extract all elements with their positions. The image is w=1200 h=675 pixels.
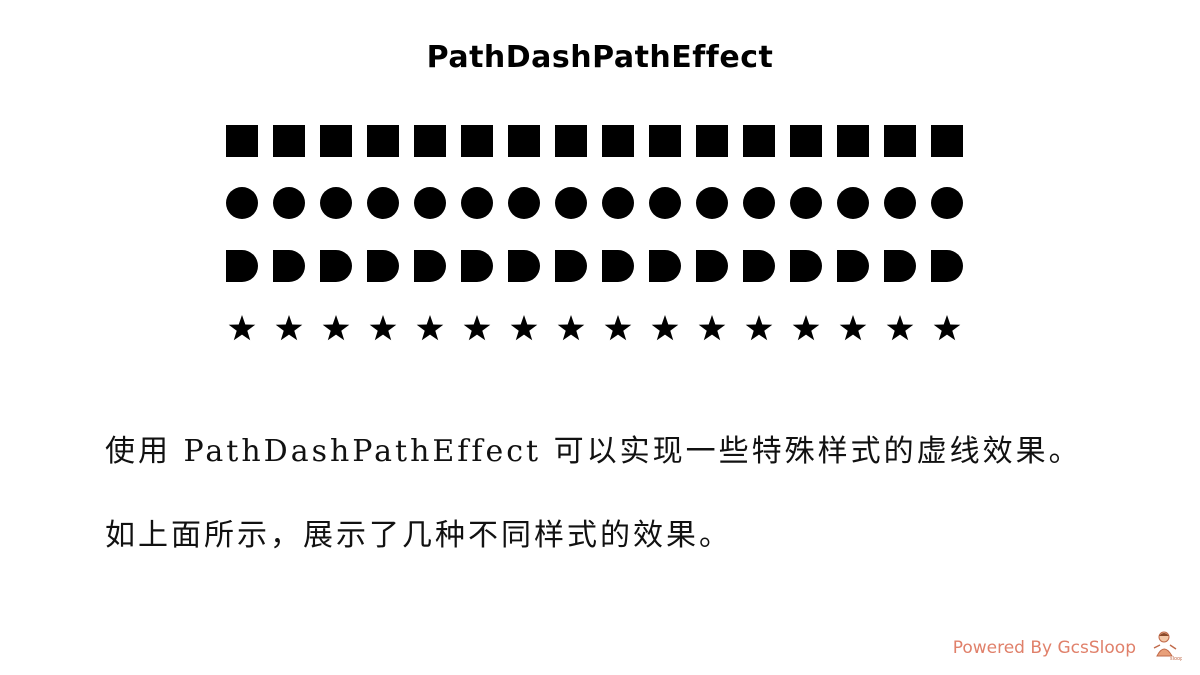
shape-row-d-shape (226, 250, 963, 282)
circle-mark (790, 187, 822, 219)
shape-rows (226, 125, 963, 341)
square-mark (320, 125, 352, 157)
square-mark (226, 125, 258, 157)
square-mark (837, 125, 869, 157)
star-mark (369, 315, 397, 341)
star-mark (463, 315, 491, 341)
d-shape-mark (226, 250, 258, 282)
circle-mark (226, 187, 258, 219)
circle-mark (320, 187, 352, 219)
d-shape-mark (273, 250, 305, 282)
square-mark (790, 125, 822, 157)
star-mark (886, 315, 914, 341)
star-mark (839, 315, 867, 341)
square-mark (508, 125, 540, 157)
d-shape-mark (649, 250, 681, 282)
mascot-logo-icon: sloop (1153, 631, 1182, 662)
circle-mark (602, 187, 634, 219)
d-shape-mark (555, 250, 587, 282)
circle-mark (931, 187, 963, 219)
description-line-1: 使用 PathDashPathEffect 可以实现一些特殊样式的虚线效果。 (105, 434, 1082, 469)
square-mark (649, 125, 681, 157)
circle-mark (884, 187, 916, 219)
square-mark (273, 125, 305, 157)
d-shape-mark (884, 250, 916, 282)
d-shape-mark (743, 250, 775, 282)
square-mark (743, 125, 775, 157)
d-shape-mark (696, 250, 728, 282)
d-shape-mark (320, 250, 352, 282)
star-mark (792, 315, 820, 341)
d-shape-mark (414, 250, 446, 282)
brand-credit: Powered By GcsSloop (952, 638, 1136, 658)
star-mark (557, 315, 585, 341)
star-mark (510, 315, 538, 341)
shape-row-circle (226, 187, 963, 219)
star-mark (604, 315, 632, 341)
circle-mark (508, 187, 540, 219)
star-mark (322, 315, 350, 341)
star-mark (745, 315, 773, 341)
circle-mark (696, 187, 728, 219)
shape-row-star (228, 315, 961, 341)
d-shape-mark (461, 250, 493, 282)
square-mark (555, 125, 587, 157)
circle-mark (414, 187, 446, 219)
star-mark (933, 315, 961, 341)
shape-row-square (226, 125, 963, 157)
circle-mark (555, 187, 587, 219)
circle-mark (837, 187, 869, 219)
d-shape-mark (508, 250, 540, 282)
description-line-2: 如上面所示，展示了几种不同样式的效果。 (105, 518, 732, 553)
star-mark (651, 315, 679, 341)
d-shape-mark (931, 250, 963, 282)
circle-mark (367, 187, 399, 219)
square-mark (931, 125, 963, 157)
star-mark (228, 315, 256, 341)
star-mark (275, 315, 303, 341)
d-shape-mark (790, 250, 822, 282)
square-mark (602, 125, 634, 157)
svg-text:sloop: sloop (1170, 656, 1182, 662)
star-mark (416, 315, 444, 341)
circle-mark (273, 187, 305, 219)
square-mark (884, 125, 916, 157)
d-shape-mark (367, 250, 399, 282)
circle-mark (461, 187, 493, 219)
d-shape-mark (602, 250, 634, 282)
square-mark (696, 125, 728, 157)
star-mark (698, 315, 726, 341)
d-shape-mark (837, 250, 869, 282)
square-mark (367, 125, 399, 157)
square-mark (414, 125, 446, 157)
circle-mark (743, 187, 775, 219)
circle-mark (649, 187, 681, 219)
square-mark (461, 125, 493, 157)
